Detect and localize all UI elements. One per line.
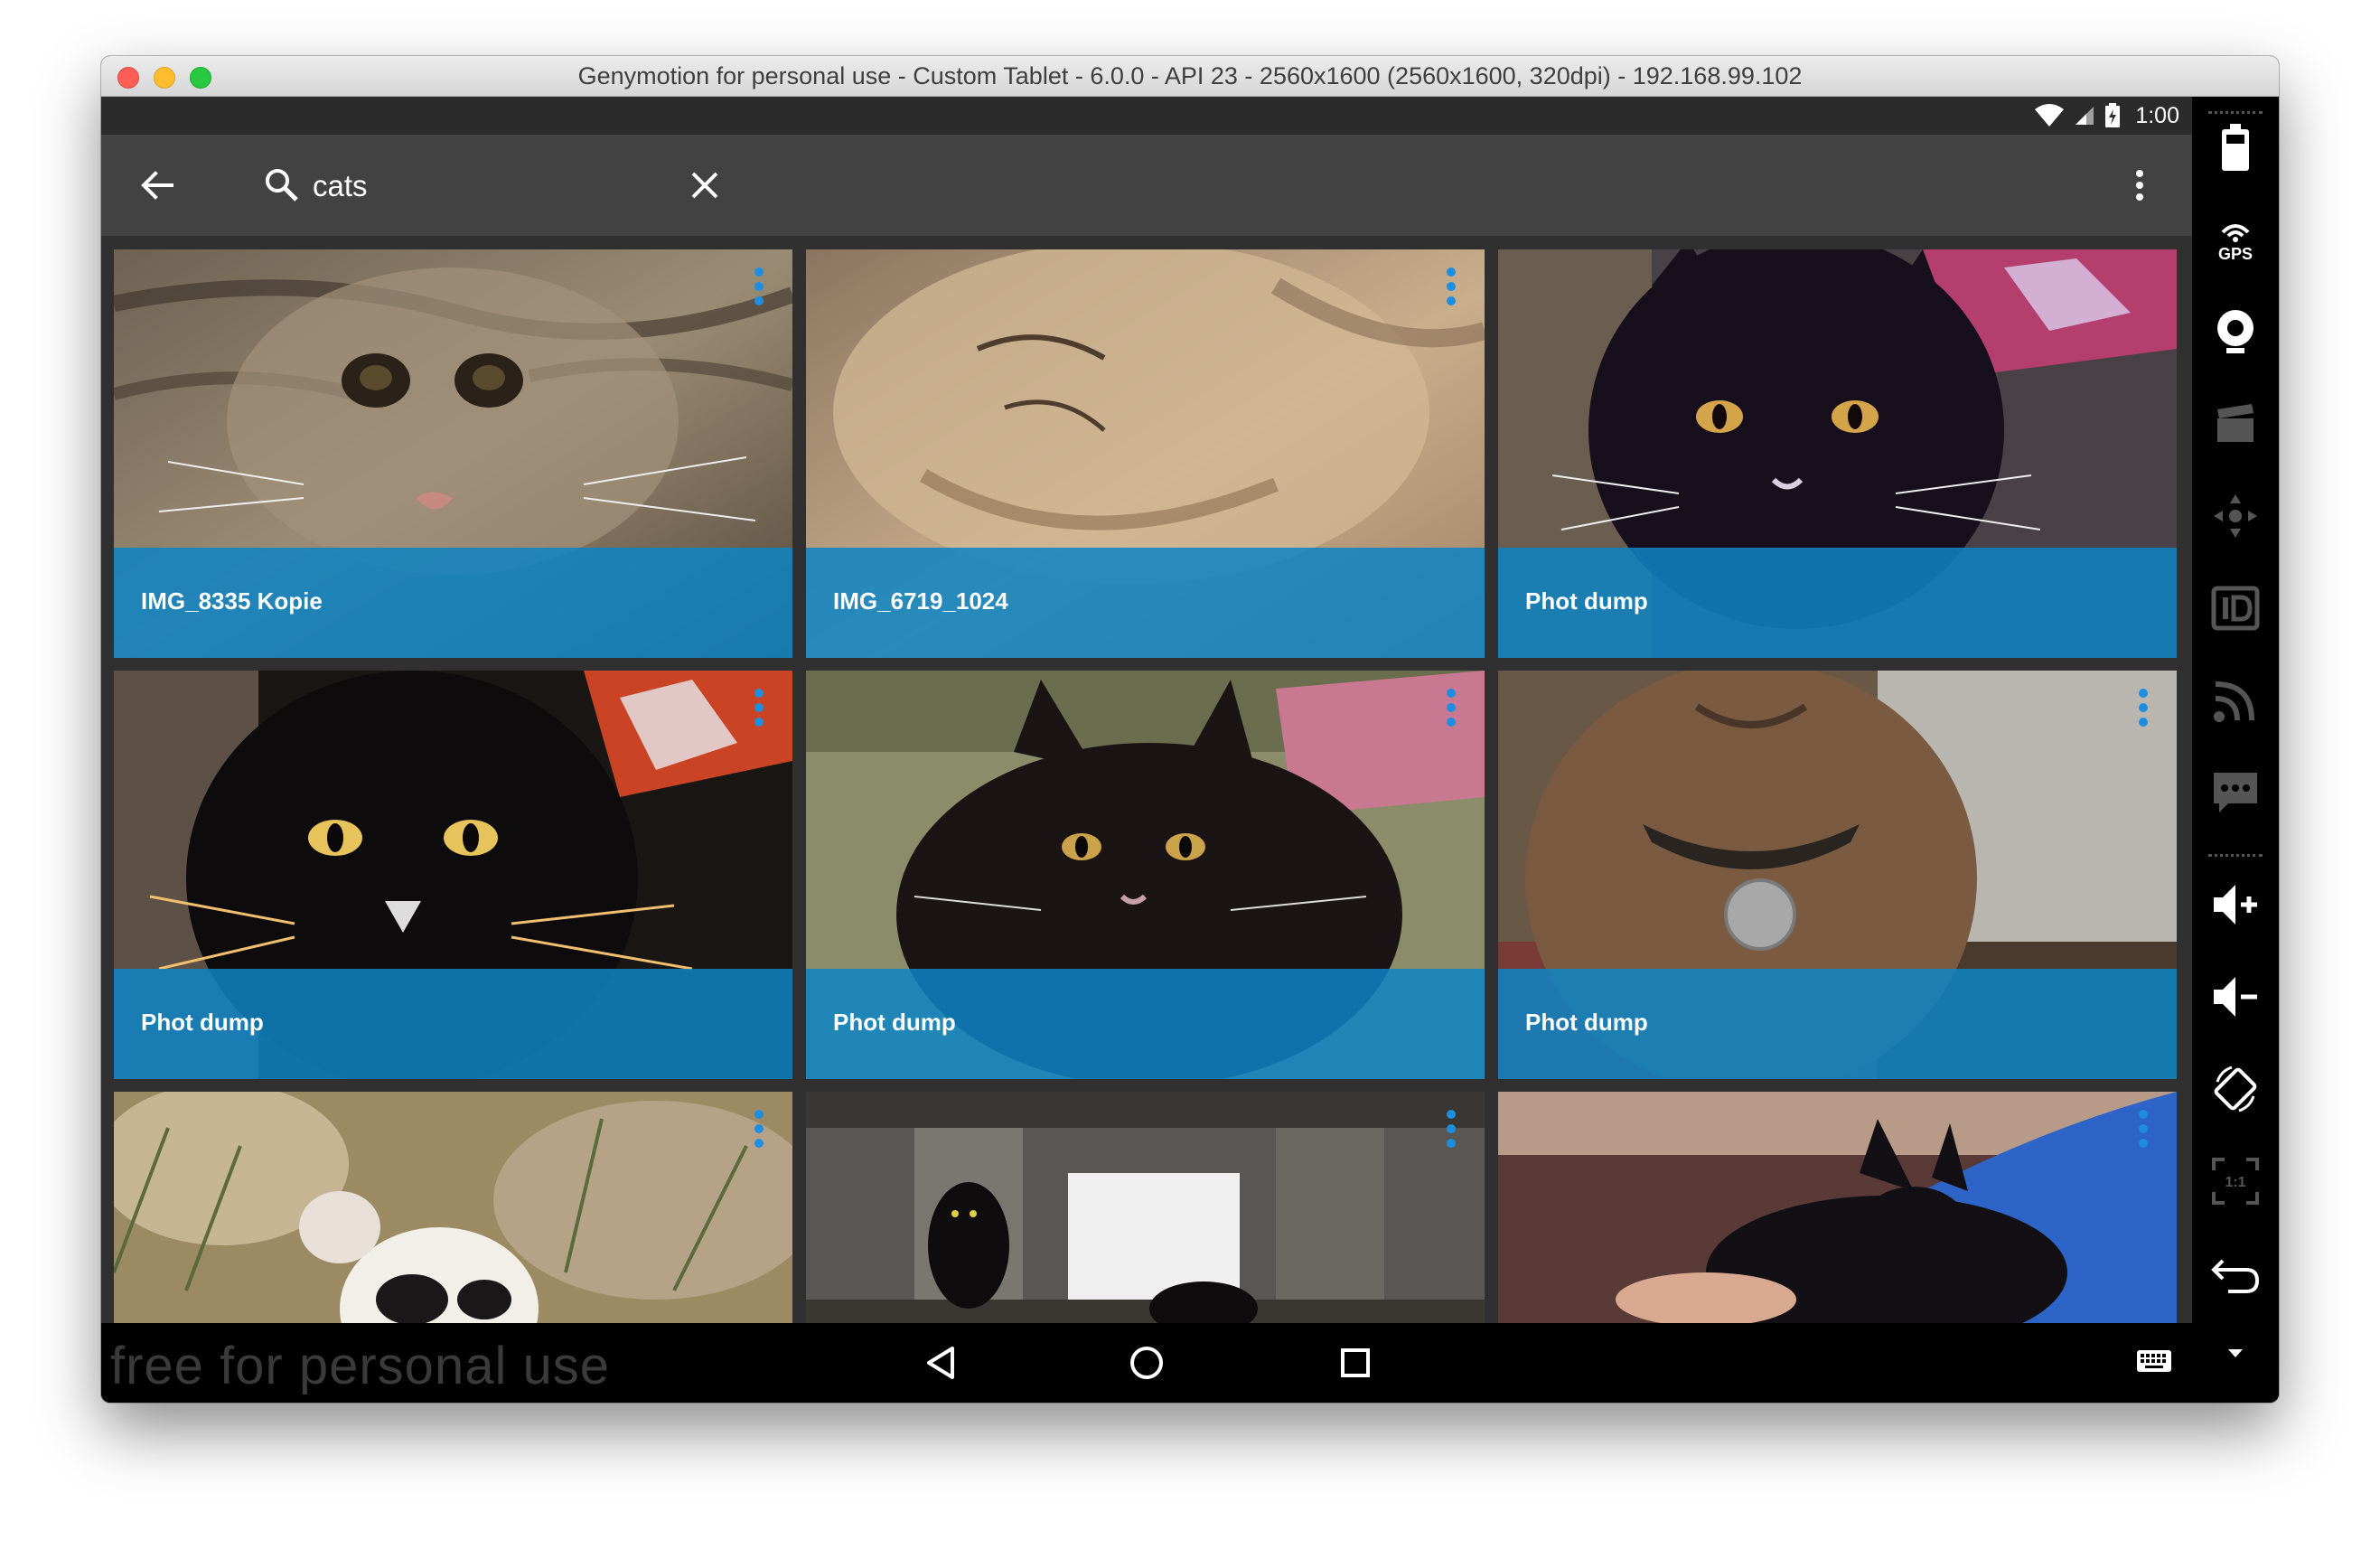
webcam-widget-button[interactable] bbox=[2208, 305, 2263, 359]
back-icon bbox=[2211, 1259, 2260, 1293]
card-more-icon[interactable] bbox=[753, 1108, 765, 1150]
card-caption: IMG_6719_1024 bbox=[806, 548, 1485, 658]
card-more-icon[interactable] bbox=[1445, 1108, 1457, 1150]
window-title: Genymotion for personal use - Custom Tab… bbox=[577, 62, 1803, 89]
sms-icon bbox=[2214, 773, 2257, 812]
result-card[interactable]: Phot dump bbox=[114, 671, 792, 1079]
card-title: Phot dump bbox=[1525, 1009, 1648, 1036]
card-caption: IMG_8335 Kopie bbox=[114, 548, 792, 658]
device-id-icon bbox=[2211, 586, 2260, 631]
result-card[interactable]: Phot dump bbox=[1498, 249, 2177, 658]
pixel-perfect-button[interactable]: 1:1 bbox=[2208, 1154, 2263, 1208]
webcam-icon bbox=[2217, 310, 2254, 353]
gps-icon: GPS bbox=[2218, 224, 2253, 263]
emulator-toolbar: GPS 1:1 bbox=[2192, 97, 2279, 1403]
pixel-perfect-label: 1:1 bbox=[2225, 1175, 2245, 1190]
card-title: IMG_8335 Kopie bbox=[141, 587, 323, 615]
back-triangle-icon bbox=[927, 1347, 954, 1379]
card-caption: Phot dump bbox=[806, 969, 1485, 1079]
toolbar-separator bbox=[2208, 854, 2263, 857]
card-more-icon[interactable] bbox=[753, 687, 765, 728]
result-card[interactable]: IMG_8335 Kopie bbox=[114, 249, 792, 658]
volume-up-button[interactable] bbox=[2208, 878, 2263, 932]
expand-down-icon bbox=[2228, 1349, 2243, 1357]
search-input[interactable] bbox=[311, 162, 748, 211]
screencast-widget-button[interactable] bbox=[2208, 397, 2263, 451]
volume-down-button[interactable] bbox=[2208, 970, 2263, 1024]
overflow-menu-button[interactable] bbox=[2120, 165, 2160, 205]
card-more-icon[interactable] bbox=[753, 266, 765, 307]
toolbar-separator bbox=[2208, 111, 2263, 114]
arrow-back-icon bbox=[141, 171, 173, 200]
back-button[interactable] bbox=[137, 165, 177, 205]
card-more-icon[interactable] bbox=[2137, 687, 2150, 728]
search-icon bbox=[264, 167, 300, 203]
dpad-widget-button[interactable] bbox=[2208, 489, 2263, 543]
card-title: Phot dump bbox=[833, 1009, 956, 1036]
android-nav-bar: free for personal use bbox=[101, 1323, 2192, 1403]
genymotion-window: Genymotion for personal use - Custom Tab… bbox=[101, 56, 2279, 1403]
rotate-icon bbox=[2214, 1066, 2257, 1112]
card-title: Phot dump bbox=[1525, 587, 1648, 615]
volume-down-icon bbox=[2214, 977, 2257, 1017]
sms-widget-button[interactable] bbox=[2208, 765, 2263, 820]
card-title: Phot dump bbox=[141, 1009, 264, 1036]
gps-widget-button[interactable]: GPS bbox=[2208, 212, 2263, 267]
battery-charging-icon bbox=[2105, 103, 2121, 127]
status-bar: 1:00 bbox=[101, 97, 2192, 135]
nav-recents-button[interactable] bbox=[1335, 1343, 1375, 1383]
recents-square-icon bbox=[1341, 1348, 1370, 1377]
search-app-bar bbox=[101, 135, 2192, 236]
card-more-icon[interactable] bbox=[1445, 266, 1457, 307]
card-caption: Phot dump bbox=[114, 969, 792, 1079]
result-card[interactable]: Phot dump bbox=[1498, 671, 2177, 1079]
emulator-back-button[interactable] bbox=[2208, 1246, 2263, 1300]
volume-up-icon bbox=[2214, 885, 2257, 925]
personal-use-watermark: free for personal use bbox=[110, 1337, 610, 1395]
rotate-button[interactable] bbox=[2208, 1062, 2263, 1116]
keyboard-button[interactable] bbox=[2136, 1347, 2172, 1375]
keyboard-icon bbox=[2137, 1350, 2171, 1372]
device-id-widget-button[interactable] bbox=[2208, 581, 2263, 635]
nav-back-button[interactable] bbox=[922, 1343, 961, 1383]
screencast-icon bbox=[2217, 404, 2254, 442]
clear-search-button[interactable] bbox=[687, 167, 723, 203]
android-screen: 1:00 cats IMG_8335 Kopie IMG_6719_1024 P… bbox=[101, 97, 2192, 1403]
more-vertical-icon bbox=[2136, 170, 2143, 201]
gps-label: GPS bbox=[2218, 245, 2253, 263]
result-card[interactable]: IMG_6719_1024 bbox=[806, 249, 1485, 658]
card-caption: Phot dump bbox=[1498, 548, 2177, 658]
dpad-icon bbox=[2214, 494, 2257, 538]
card-more-icon[interactable] bbox=[1445, 687, 1457, 728]
cell-signal-icon bbox=[2075, 107, 2094, 125]
toolbar-expand-button[interactable] bbox=[2208, 1326, 2263, 1380]
result-card[interactable]: Phot dump bbox=[806, 671, 1485, 1079]
network-icon bbox=[2214, 681, 2254, 722]
home-circle-icon bbox=[1130, 1347, 1163, 1379]
network-widget-button[interactable] bbox=[2208, 673, 2263, 728]
wifi-icon bbox=[2035, 104, 2065, 127]
battery-icon bbox=[2222, 124, 2249, 171]
card-caption: Phot dump bbox=[1498, 969, 2177, 1079]
window-titlebar[interactable]: Genymotion for personal use - Custom Tab… bbox=[101, 56, 2279, 97]
close-icon bbox=[691, 172, 718, 199]
pixel-perfect-icon: 1:1 bbox=[2212, 1158, 2259, 1205]
card-title: IMG_6719_1024 bbox=[833, 587, 1008, 615]
battery-widget-button[interactable] bbox=[2208, 120, 2263, 174]
card-more-icon[interactable] bbox=[2137, 1108, 2150, 1150]
results-grid: IMG_8335 Kopie IMG_6719_1024 Phot dump P… bbox=[114, 249, 2183, 1381]
status-clock: 1:00 bbox=[2135, 102, 2179, 128]
nav-home-button[interactable] bbox=[1127, 1343, 1167, 1383]
